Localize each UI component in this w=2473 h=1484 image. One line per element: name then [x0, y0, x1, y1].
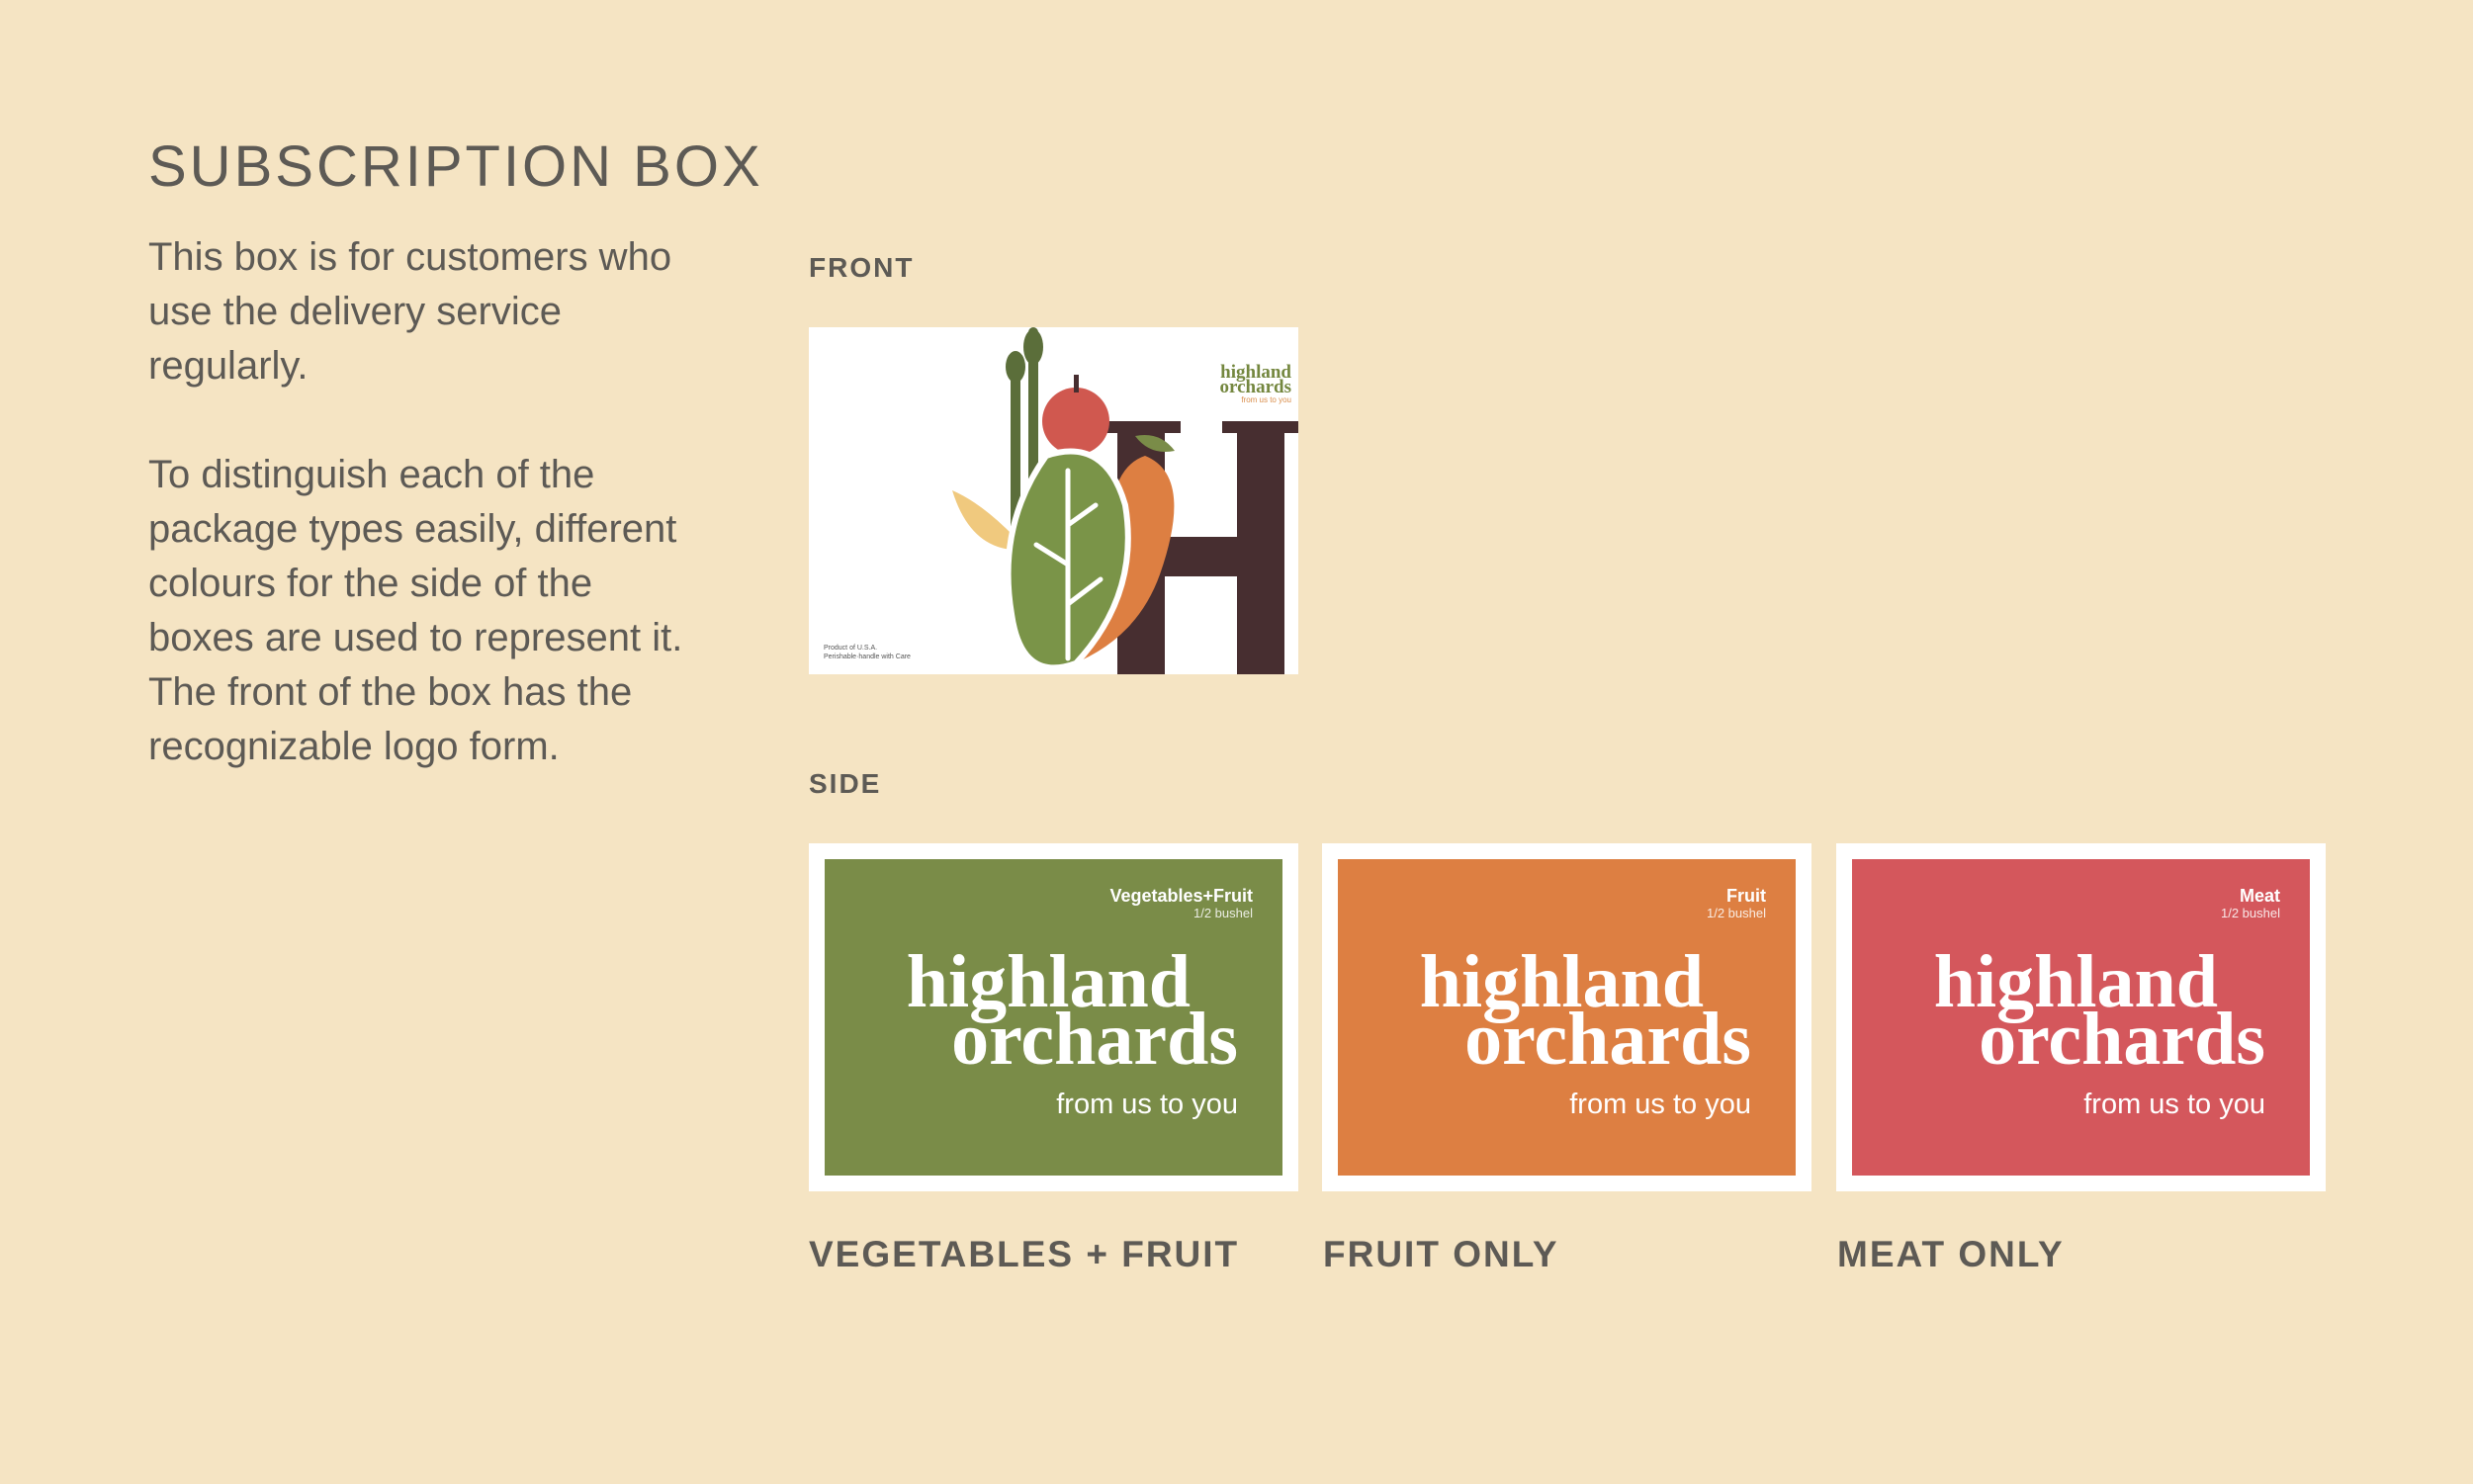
description-paragraph-1: This box is for customers who use the de… [148, 235, 672, 388]
side-section-label: SIDE [809, 768, 882, 799]
package-quantity: 1/2 bushel [1193, 906, 1253, 920]
description: This box is for customers who use the de… [148, 230, 702, 829]
apple-shape [1042, 388, 1109, 455]
brand-tagline: from us to you [1056, 1089, 1238, 1120]
caption-meat-only: MEAT ONLY [1837, 1234, 2065, 1274]
caption-fruit-only: FRUIT ONLY [1323, 1234, 1559, 1274]
side-card-meat: Meat 1/2 bushel highland orchards from u… [1836, 843, 2326, 1191]
front-note-line1: Product of U.S.A. [824, 645, 878, 652]
brand-tagline: from us to you [2083, 1089, 2265, 1120]
package-type: Vegetables+Fruit [1109, 886, 1253, 906]
package-quantity: 1/2 bushel [2221, 906, 2280, 920]
front-logo-tagline: from us to you [1241, 395, 1291, 404]
brand-line2: orchards [1464, 998, 1751, 1081]
package-type: Fruit [1726, 886, 1766, 906]
description-paragraph-2: To distinguish each of the package types… [148, 453, 683, 768]
front-section-label: FRONT [809, 252, 915, 283]
side-panel: Meat 1/2 bushel highland orchards from u… [1852, 859, 2310, 1176]
brand-logo: highland orchards [907, 944, 1238, 1081]
side-card-fruit: Fruit 1/2 bushel highland orchards from … [1322, 843, 1811, 1191]
package-quantity: 1/2 bushel [1707, 906, 1766, 920]
page-title: SUBSCRIPTION BOX [148, 134, 763, 199]
brand-logo: highland orchards [1420, 944, 1751, 1081]
front-logo: highland orchards from us to you [1192, 363, 1291, 406]
brand-line2: orchards [951, 998, 1238, 1081]
front-note-line2: Perishable·handle with Care [824, 654, 911, 660]
side-panel: Vegetables+Fruit 1/2 bushel highland orc… [825, 859, 1282, 1176]
brand-logo: highland orchards [1934, 944, 2265, 1081]
side-card-vegetables-fruit: Vegetables+Fruit 1/2 bushel highland orc… [809, 843, 1298, 1191]
front-note: Product of U.S.A. Perishable·handle with… [824, 644, 911, 661]
package-type: Meat [2239, 886, 2280, 906]
side-panel: Fruit 1/2 bushel highland orchards from … [1338, 859, 1796, 1176]
front-logo-line2: orchards [1219, 377, 1291, 397]
front-box-illustration: highland orchards from us to you Product… [809, 327, 1298, 674]
caption-vegetables-fruit: VEGETABLES + FRUIT [809, 1234, 1240, 1274]
brand-tagline: from us to you [1569, 1089, 1751, 1120]
brand-line2: orchards [1979, 998, 2265, 1081]
